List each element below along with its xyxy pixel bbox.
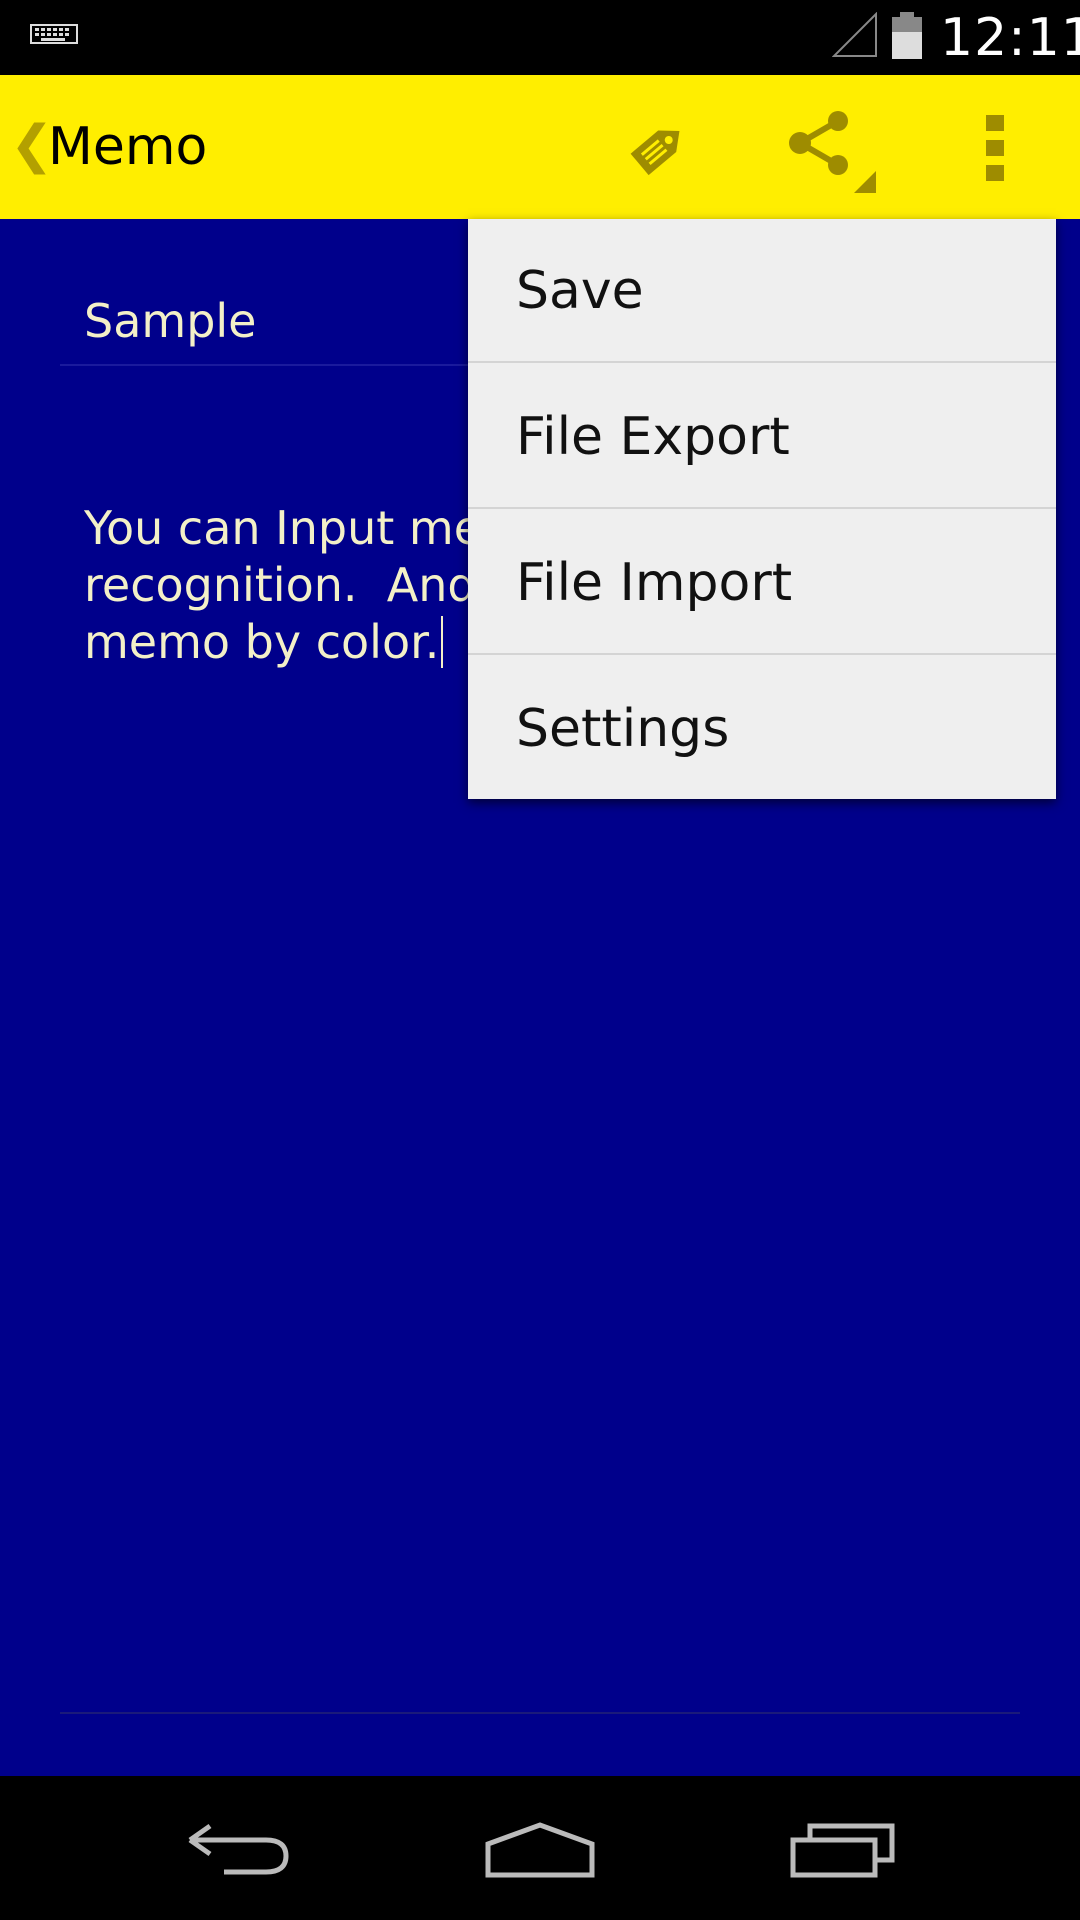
page-title[interactable]: Memo xyxy=(48,117,207,177)
navigation-bar xyxy=(0,1776,1080,1920)
text-cursor xyxy=(441,616,444,668)
clock: 12:11 xyxy=(940,8,1080,68)
menu-item-file-export[interactable]: File Export xyxy=(468,365,1056,509)
action-bar: ❮ Memo xyxy=(0,75,1080,219)
menu-item-label: Settings xyxy=(516,699,730,759)
memo-title-text: Sample xyxy=(84,294,257,348)
overflow-menu-icon[interactable] xyxy=(978,113,1014,183)
signal-icon xyxy=(832,12,877,57)
keyboard-icon xyxy=(30,24,78,44)
menu-item-label: File Import xyxy=(516,553,793,613)
menu-item-label: File Export xyxy=(516,407,790,467)
menu-item-settings[interactable]: Settings xyxy=(468,657,1056,801)
tag-icon[interactable] xyxy=(620,111,696,187)
recents-icon[interactable] xyxy=(790,1820,896,1878)
share-icon[interactable] xyxy=(786,111,878,195)
home-icon[interactable] xyxy=(484,1822,596,1878)
up-caret-icon[interactable]: ❮ xyxy=(10,115,54,175)
menu-item-save[interactable]: Save xyxy=(468,219,1056,363)
divider xyxy=(60,1712,1020,1714)
status-bar: 12:11 xyxy=(0,0,1080,75)
battery-icon xyxy=(892,12,922,59)
memo-body-text: You can Input mer recognition. And y mem… xyxy=(84,501,518,669)
overflow-menu: Save File Export File Import Settings xyxy=(468,219,1056,799)
back-icon[interactable] xyxy=(186,1822,292,1878)
menu-item-label: Save xyxy=(516,261,644,321)
menu-item-file-import[interactable]: File Import xyxy=(468,511,1056,655)
